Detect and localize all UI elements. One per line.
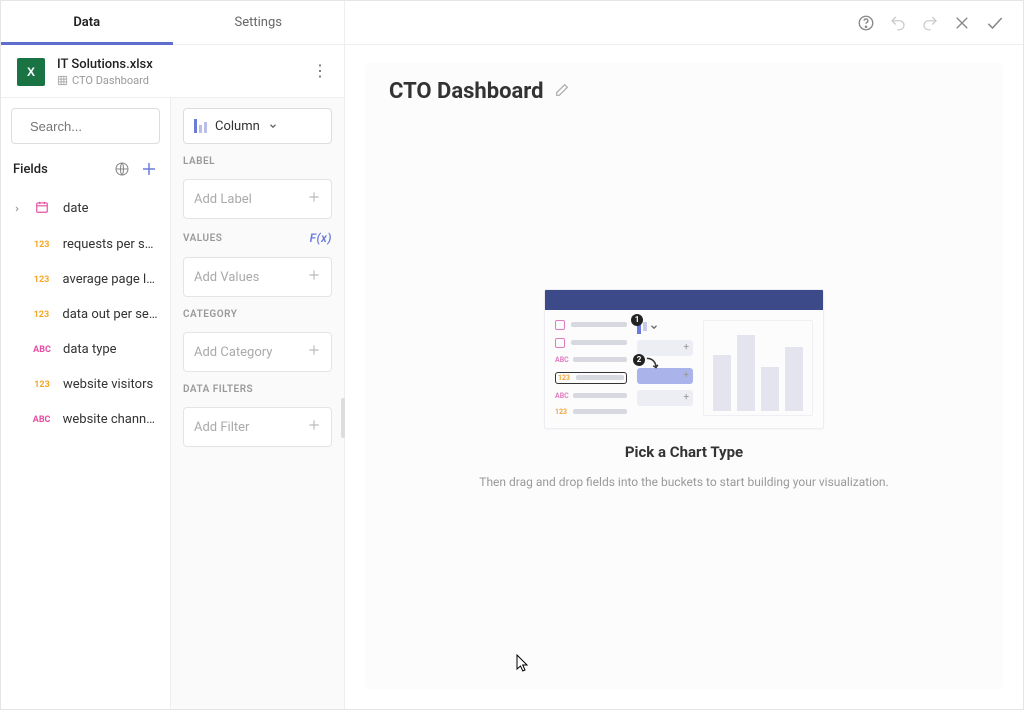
redo-button[interactable] (921, 14, 939, 32)
field-date[interactable]: date (1, 190, 170, 227)
undo-button[interactable] (889, 14, 907, 32)
left-panel: Data Settings X IT Solutions.xlsx CTO Da… (1, 1, 345, 709)
field-list: date 123 requests per se... 123 average … (1, 184, 170, 437)
fields-column: Fields (1, 98, 171, 709)
panel-tabs: Data Settings (1, 1, 344, 45)
text-type-icon: ABC (31, 345, 53, 355)
category-heading: CATEGORY (183, 309, 332, 320)
source-file-name: IT Solutions.xlsx (57, 57, 153, 72)
field-avg-page-load[interactable]: 123 average page lo... (1, 262, 170, 297)
number-type-icon: 123 (31, 380, 53, 390)
close-button[interactable] (953, 14, 971, 32)
chevron-down-icon (268, 121, 278, 131)
number-type-icon: 123 (31, 240, 53, 250)
values-heading: VALUES (183, 233, 222, 244)
fx-button[interactable]: F(x) (310, 231, 332, 245)
empty-illustration: ABC 123 ABC 123 1 (544, 289, 824, 429)
label-bucket[interactable]: Add Label (183, 179, 332, 219)
source-file-row: X IT Solutions.xlsx CTO Dashboard ⋮ (1, 45, 344, 98)
column-chart-icon (194, 119, 207, 133)
edit-title-button[interactable] (554, 82, 570, 102)
field-visitors[interactable]: 123 website visitors (1, 367, 170, 402)
empty-subtitle: Then drag and drop fields into the bucke… (479, 475, 888, 489)
values-bucket[interactable]: Add Values (183, 257, 332, 297)
source-sheet: CTO Dashboard (57, 74, 153, 87)
calendar-icon (31, 200, 53, 217)
field-channels[interactable]: ABC website channels (1, 402, 170, 437)
globe-icon[interactable] (114, 161, 130, 177)
empty-title: Pick a Chart Type (625, 443, 743, 461)
label-heading: LABEL (183, 156, 332, 167)
dashboard-title: CTO Dashboard (389, 79, 544, 104)
top-toolbar (345, 1, 1023, 45)
add-field-button[interactable] (140, 160, 158, 178)
confirm-button[interactable] (985, 13, 1005, 33)
number-type-icon: 123 (30, 310, 52, 320)
plus-icon[interactable] (307, 343, 321, 361)
search-input-wrap[interactable] (11, 108, 160, 144)
text-type-icon: ABC (31, 415, 53, 425)
chevron-right-icon (13, 205, 21, 213)
tab-data[interactable]: Data (1, 1, 173, 44)
number-type-icon: 123 (31, 275, 53, 285)
plus-icon[interactable] (307, 190, 321, 208)
field-data-type[interactable]: ABC data type (1, 332, 170, 367)
fields-heading: Fields (13, 162, 48, 177)
help-button[interactable] (857, 14, 875, 32)
tab-settings[interactable]: Settings (173, 1, 345, 44)
category-bucket[interactable]: Add Category (183, 332, 332, 372)
right-panel: CTO Dashboard ABC 123 (345, 1, 1023, 709)
grid-icon (57, 75, 68, 86)
plus-icon[interactable] (307, 268, 321, 286)
field-data-out[interactable]: 123 data out per sec... (1, 297, 170, 332)
field-requests[interactable]: 123 requests per se... (1, 227, 170, 262)
source-options-button[interactable]: ⋮ (312, 63, 328, 79)
filters-heading: DATA FILTERS (183, 384, 332, 395)
plus-icon[interactable] (307, 418, 321, 436)
buckets-column: Column LABEL Add Label VALUES F(x) Add V… (171, 98, 344, 709)
dashboard-canvas: CTO Dashboard ABC 123 (365, 63, 1003, 689)
filters-bucket[interactable]: Add Filter (183, 407, 332, 447)
chart-type-selector[interactable]: Column (183, 108, 332, 144)
scrollbar[interactable] (341, 398, 345, 438)
excel-icon: X (17, 58, 45, 86)
empty-state: ABC 123 ABC 123 1 (389, 104, 979, 673)
